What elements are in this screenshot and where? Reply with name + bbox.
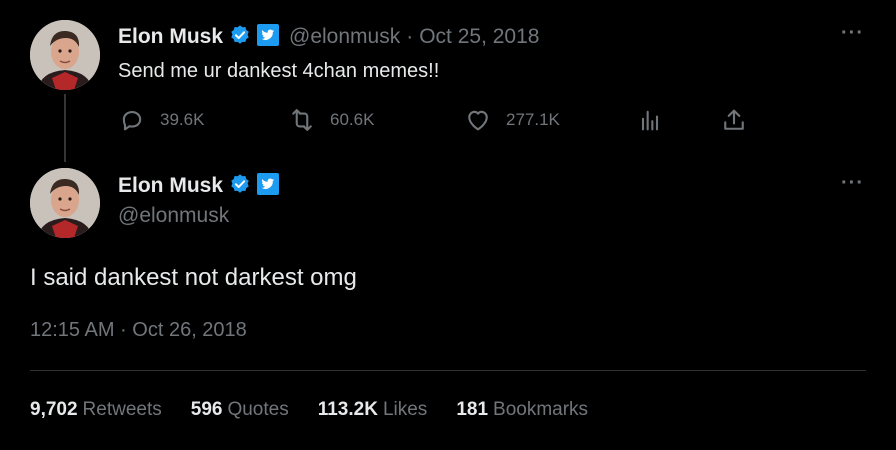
affiliate-badge-icon: [257, 172, 280, 200]
thread-line: [64, 94, 66, 162]
author-handle[interactable]: @elonmusk: [289, 25, 400, 49]
reply-icon: [122, 111, 142, 131]
avatar[interactable]: [30, 20, 100, 90]
retweet-count: 60.6K: [330, 110, 375, 129]
main-tweet-header: Elon Musk: [118, 172, 280, 200]
stat-value: 596: [190, 399, 223, 420]
stat-value: 9,702: [30, 399, 78, 420]
like-count: 277.1K: [506, 110, 560, 129]
share-button[interactable]: [720, 106, 762, 134]
author-name[interactable]: Elon Musk: [118, 174, 223, 198]
more-options-button[interactable]: ···: [841, 172, 864, 195]
like-button[interactable]: 277.1K: [464, 106, 560, 134]
stat-value: 113.2K: [317, 399, 378, 420]
stat-value: 181: [456, 399, 489, 420]
avatar-image: [30, 20, 100, 90]
share-icon: [724, 109, 744, 130]
stat-bookmarks[interactable]: 181 Bookmarks: [456, 399, 588, 421]
retweet-icon: [292, 109, 312, 131]
verified-badge-icon: [229, 24, 251, 51]
stat-quotes[interactable]: 596 Quotes: [191, 399, 289, 421]
views-button[interactable]: [636, 106, 678, 134]
retweet-button[interactable]: 60.6K: [288, 106, 374, 134]
tweet-timestamp[interactable]: 12:15 AM · Oct 26, 2018: [30, 319, 247, 342]
reply-button[interactable]: 39.6K: [118, 106, 204, 134]
stat-label: Bookmarks: [493, 399, 589, 420]
separator-dot: ·: [406, 25, 414, 48]
stat-likes[interactable]: 113.2K Likes: [318, 399, 428, 421]
avatar[interactable]: [30, 168, 100, 238]
verified-badge-icon: [229, 173, 251, 200]
author-handle[interactable]: @elonmusk: [118, 204, 229, 228]
reply-count: 39.6K: [160, 110, 205, 129]
stat-label: Quotes: [227, 399, 289, 420]
views-icon: [641, 110, 659, 131]
tweet-date[interactable]: Oct 25, 2018: [419, 25, 539, 49]
more-options-button[interactable]: ···: [841, 22, 864, 45]
parent-tweet-header: Elon Musk @elonmusk · Oct 25, 2018: [118, 23, 539, 51]
stat-label: Retweets: [82, 399, 162, 420]
stat-retweets[interactable]: 9,702 Retweets: [30, 399, 162, 421]
stat-label: Likes: [382, 399, 428, 420]
tweet-text: I said dankest not darkest omg: [30, 264, 357, 291]
like-icon: [468, 110, 488, 131]
affiliate-badge-icon: [257, 23, 280, 51]
tweet-text: Send me ur dankest 4chan memes!!: [118, 60, 440, 82]
tweet-stats: 9,702 Retweets 596 Quotes 113.2K Likes 181 B…: [30, 399, 617, 421]
divider: [30, 370, 866, 371]
avatar-image: [30, 168, 100, 238]
author-name[interactable]: Elon Musk: [118, 25, 223, 49]
